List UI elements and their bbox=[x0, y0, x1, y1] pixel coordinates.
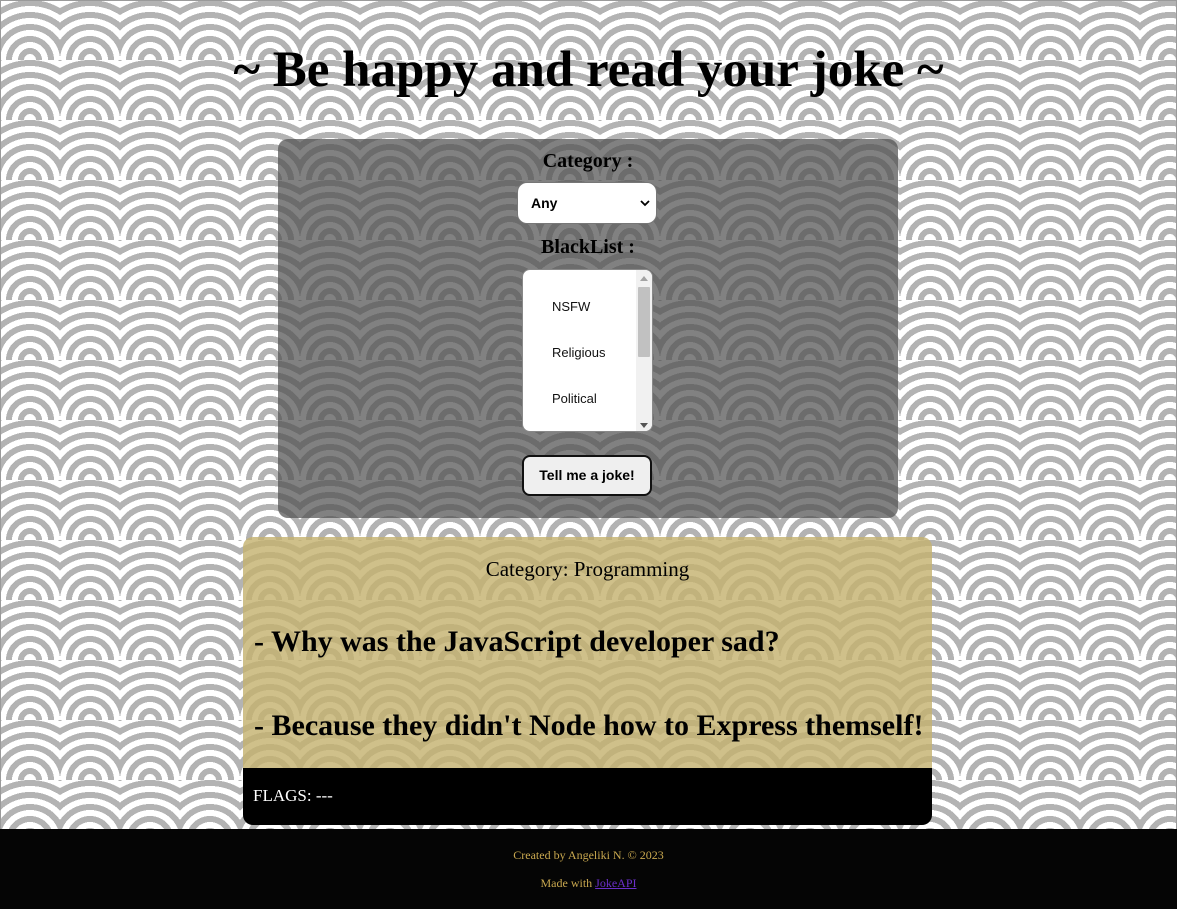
page-title: ~ Be happy and read your joke ~ bbox=[233, 42, 944, 98]
category-select[interactable]: Any bbox=[517, 182, 657, 224]
joke-delivery: - Because they didn't Node how to Expres… bbox=[254, 709, 924, 742]
blacklist-listbox[interactable]: NSFW Religious Political bbox=[522, 269, 653, 432]
category-select-value: Any bbox=[531, 195, 558, 211]
category-label: Category : bbox=[542, 150, 634, 172]
scroll-down-arrow-icon[interactable] bbox=[640, 423, 648, 428]
chevron-down-icon bbox=[640, 200, 650, 207]
jokeapi-link[interactable]: JokeAPI bbox=[595, 876, 636, 890]
blacklist-option-religious[interactable]: Religious bbox=[552, 343, 605, 363]
tell-joke-button[interactable]: Tell me a joke! bbox=[522, 455, 652, 496]
joke-setup: - Why was the JavaScript developer sad? bbox=[254, 625, 780, 658]
scroll-up-arrow-icon[interactable] bbox=[640, 276, 648, 281]
blacklist-option-nsfw[interactable]: NSFW bbox=[552, 297, 590, 317]
joke-card: Category: Programming - Why was the Java… bbox=[243, 537, 932, 825]
flags-bar: FLAGS: --- bbox=[243, 768, 932, 825]
footer: Created by Angeliki N. © 2023 Made with … bbox=[0, 829, 1177, 909]
blacklist-label: BlackList : bbox=[541, 236, 635, 258]
controls-panel: Category : Any BlackList : NSFW Religiou… bbox=[278, 139, 898, 518]
scrollbar-thumb[interactable] bbox=[638, 287, 650, 357]
made-with-text: Made with bbox=[540, 876, 593, 890]
footer-credit: Created by Angeliki N. © 2023 bbox=[513, 848, 664, 862]
listbox-scrollbar[interactable] bbox=[636, 270, 652, 431]
blacklist-option-political[interactable]: Political bbox=[552, 389, 597, 409]
joke-flags: FLAGS: --- bbox=[253, 786, 333, 805]
joke-category: Category: Programming bbox=[485, 557, 690, 581]
footer-made-with: Made with JokeAPI bbox=[0, 876, 1177, 891]
joke-body: Category: Programming - Why was the Java… bbox=[243, 537, 932, 768]
